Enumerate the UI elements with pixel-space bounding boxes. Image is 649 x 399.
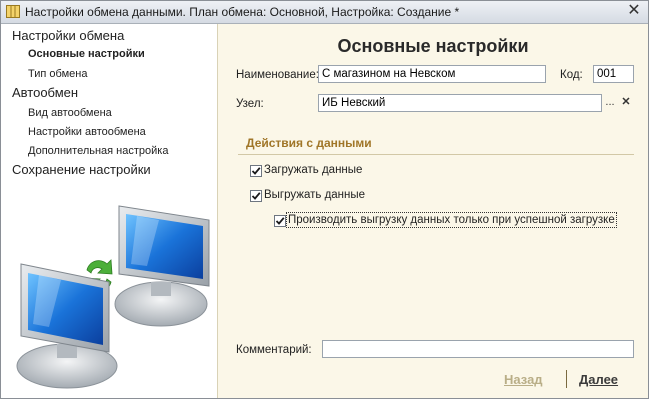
sidebar-item-main-settings[interactable]: Основные настройки: [28, 48, 145, 60]
checkmark-icon: [251, 192, 261, 200]
sidebar: Настройки обмена Основные настройки Тип …: [1, 24, 218, 398]
checkmark-icon: [275, 217, 285, 225]
code-label: Код:: [560, 69, 583, 81]
sidebar-item-exchange-type[interactable]: Тип обмена: [28, 68, 87, 80]
unload-data-checkbox[interactable]: [250, 190, 262, 202]
checkmark-icon: [251, 167, 261, 175]
comment-label: Комментарий:: [236, 344, 312, 356]
unload-on-success-checkbox[interactable]: [274, 215, 286, 227]
sidebar-item-autoexchange-kind[interactable]: Вид автообмена: [28, 107, 112, 119]
footer-divider: [566, 370, 567, 388]
name-label: Наименование:: [236, 69, 319, 81]
computers-sync-illustration: [16, 205, 210, 389]
code-field[interactable]: 001: [593, 65, 634, 83]
window-title: Настройки обмена данными. План обмена: О…: [25, 5, 460, 19]
name-field[interactable]: С магазином на Невском: [318, 65, 546, 83]
comment-field[interactable]: [322, 340, 634, 358]
node-clear-button[interactable]: ✕: [618, 95, 634, 111]
table-icon: [6, 5, 20, 18]
load-data-label[interactable]: Загружать данные: [264, 164, 362, 176]
unload-on-success-label[interactable]: Производить выгрузку данных только при у…: [286, 212, 617, 228]
title-bar: Настройки обмена данными. План обмена: О…: [1, 1, 648, 24]
main-panel: Основные настройки Наименование: С магаз…: [218, 24, 648, 398]
page-title: Основные настройки: [337, 36, 529, 56]
load-data-checkbox[interactable]: [250, 165, 262, 177]
sidebar-item-additional-setting[interactable]: Дополнительная настройка: [28, 145, 168, 157]
exchange-settings-window: Настройки обмена данными. План обмена: О…: [0, 0, 649, 399]
node-label: Узел:: [236, 98, 264, 110]
node-field[interactable]: ИБ Невский: [318, 94, 602, 112]
sidebar-item-autoexchange-settings[interactable]: Настройки автообмена: [28, 126, 146, 138]
data-actions-title: Действия с данными: [246, 136, 372, 150]
section-divider: [238, 154, 634, 155]
sidebar-section-save-settings[interactable]: Сохранение настройки: [12, 162, 151, 177]
next-button[interactable]: Далее: [579, 372, 618, 387]
close-icon[interactable]: ✕: [626, 3, 642, 19]
sidebar-section-exchange-settings[interactable]: Настройки обмена: [12, 28, 124, 43]
sidebar-section-autoexchange[interactable]: Автообмен: [12, 85, 78, 100]
unload-data-label[interactable]: Выгружать данные: [264, 189, 365, 201]
node-select-button[interactable]: ...: [602, 95, 618, 111]
back-button[interactable]: Назад: [504, 372, 543, 387]
